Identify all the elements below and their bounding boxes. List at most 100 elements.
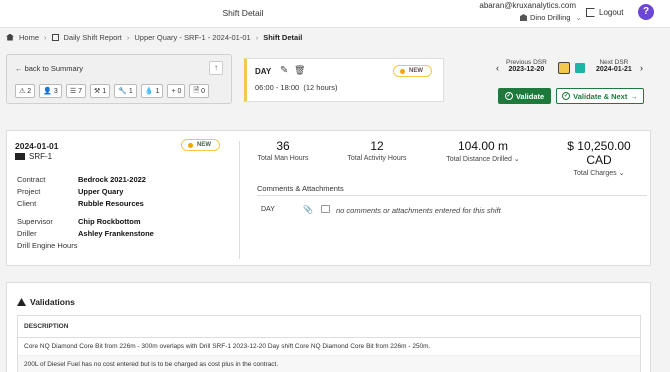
- previous-dsr-label: Previous DSR: [506, 59, 547, 66]
- chip-count: 1: [155, 87, 160, 95]
- breadcrumb-dsr[interactable]: Upper Quary - SRF-1 - 2024-01-01: [134, 33, 250, 42]
- comments-shift-label: DAY: [261, 206, 275, 213]
- shift-detail-panel: 2024-01-01 SRF-1 NEW Contract Bedrock 20…: [6, 130, 651, 266]
- check-circle-icon: ✓: [504, 92, 513, 100]
- supervisor-label: Supervisor: [17, 217, 53, 226]
- shift-duration: (12 hours): [303, 83, 338, 92]
- previous-dsr-date: 2023-12-20: [508, 66, 545, 73]
- chevron-down-icon: ⌄: [575, 13, 582, 22]
- stat-label: Total Distance Drilled ⌄: [439, 155, 527, 163]
- project-label: Project: [17, 187, 41, 196]
- chip-documents[interactable]: 🗎 0: [189, 84, 209, 98]
- validate-next-button[interactable]: ✓ Validate & Next →: [556, 88, 644, 104]
- stat-label-text: Total Charges: [573, 170, 617, 177]
- status-badge: NEW: [393, 65, 432, 77]
- top-bar: Shift Detail abaran@kruxanalytics.com Di…: [0, 0, 670, 28]
- contract-label: Contract: [17, 175, 46, 184]
- dsr-navigation: ‹ Previous DSR 2023-12-20 Next DSR 2024-…: [494, 58, 648, 80]
- breadcrumb-separator: ›: [44, 32, 47, 42]
- chevron-down-icon: ⌄: [513, 156, 520, 163]
- client-label: Client: [17, 199, 37, 208]
- stat-total-charges[interactable]: $ 10,250.00 CAD Total Charges ⌄: [553, 139, 645, 177]
- stat-activity-hours: 12 Total Activity Hours: [341, 139, 413, 162]
- edit-icon[interactable]: ✎: [280, 65, 288, 76]
- validate-button[interactable]: ✓ Validate: [498, 88, 551, 104]
- logout-button[interactable]: Logout: [586, 8, 623, 17]
- breadcrumb-separator: ›: [255, 32, 259, 42]
- stat-distance-drilled[interactable]: 104.00 m Total Distance Drilled ⌄: [439, 139, 527, 163]
- status-text: NEW: [409, 68, 423, 74]
- project-value: Upper Quary: [78, 187, 124, 196]
- validate-next-label: Validate & Next: [573, 91, 628, 101]
- stat-label: Total Man Hours: [257, 155, 309, 162]
- breadcrumb-daily-shift-report[interactable]: Daily Shift Report: [64, 33, 122, 42]
- stat-value: 104.00 m: [457, 139, 509, 153]
- validate-label: Validate: [515, 91, 545, 101]
- chip-warnings[interactable]: ⚠ 2: [15, 84, 36, 98]
- warning-icon: [17, 298, 26, 306]
- user-email: abaran@kruxanalytics.com: [479, 1, 576, 10]
- previous-dsr-arrow-icon[interactable]: ‹: [496, 63, 499, 73]
- back-to-summary-link[interactable]: ← back to Summary: [15, 64, 83, 73]
- validations-title: Validations: [30, 297, 75, 307]
- status-badge: NEW: [181, 139, 220, 151]
- person-icon: 👤: [43, 88, 52, 95]
- stat-value: 12: [370, 139, 384, 153]
- chip-count: 0: [201, 87, 205, 95]
- logout-label: Logout: [599, 8, 624, 17]
- status-dot-icon: [400, 68, 405, 74]
- next-dsr-arrow-icon[interactable]: ›: [640, 63, 643, 73]
- chip-count: 3: [53, 87, 58, 95]
- comments-title: Comments & Attachments: [257, 184, 344, 193]
- breadcrumb: Home › Daily Shift Report › Upper Quary …: [6, 31, 302, 43]
- attachment-icon[interactable]: 📎: [303, 205, 313, 214]
- validations-panel: Validations DESCRIPTION Core NQ Diamond …: [6, 282, 651, 372]
- comments-empty-message: no comments or attachments entered for t…: [336, 206, 501, 215]
- building-icon: [520, 14, 527, 21]
- status-text: NEW: [197, 142, 211, 148]
- previous-dsr-link[interactable]: Previous DSR 2023-12-20: [506, 59, 547, 73]
- stat-label: Total Activity Hours: [347, 155, 407, 162]
- trash-icon[interactable]: 🗑: [294, 65, 305, 76]
- next-dsr-link[interactable]: Next DSR 2024-01-21: [596, 59, 632, 73]
- shift-time: 06:00 - 18:00 (12 hours): [255, 83, 338, 92]
- breadcrumb-separator: ›: [126, 32, 130, 42]
- summary-chips: ⚠ 2 👤 3 ☰ 7 ⚒ 1 🔧 1 💧 1 +0 🗎 0: [15, 84, 209, 98]
- calendar-icon: [51, 33, 59, 41]
- validations-heading: Validations: [17, 297, 75, 307]
- stat-value: $ 10,250.00 CAD: [567, 139, 631, 167]
- chevron-down-icon: ⌄: [618, 170, 625, 177]
- scroll-up-button[interactable]: ↑: [209, 61, 223, 75]
- supervisor-value: Chip Rockbottom: [78, 217, 141, 226]
- shift-card[interactable]: DAY ✎ 🗑 NEW 06:00 - 18:00 (12 hours): [244, 58, 444, 102]
- page-title: Shift Detail: [222, 8, 264, 18]
- logout-icon: [586, 8, 595, 17]
- shift-date: 2024-01-01: [15, 141, 59, 151]
- breadcrumb-home[interactable]: Home: [19, 33, 39, 42]
- help-button[interactable]: ?: [638, 4, 654, 20]
- document-icon: 🗎: [193, 86, 200, 94]
- comments-divider: [257, 195, 647, 196]
- comment-icon[interactable]: [321, 205, 330, 213]
- chip-count: 2: [27, 87, 32, 95]
- arrow-right-icon: →: [630, 91, 638, 101]
- stat-label: Total Charges ⌄: [553, 169, 645, 177]
- contract-value: Bedrock 2021-2022: [78, 175, 146, 184]
- driller-value: Ashley Frankenstone: [78, 229, 154, 238]
- chip-tools[interactable]: ⚒ 1: [90, 84, 111, 98]
- other-shift-color-swatch[interactable]: [575, 63, 585, 73]
- client-value: Rubble Resources: [78, 199, 144, 208]
- company-selector[interactable]: Dino Drilling ⌄: [520, 13, 582, 22]
- chip-equipment[interactable]: 🔧 1: [114, 84, 137, 98]
- chip-other[interactable]: +0: [167, 84, 186, 98]
- back-to-summary-label: back to Summary: [24, 64, 83, 73]
- table-header: DESCRIPTION: [18, 316, 640, 338]
- validations-table: DESCRIPTION Core NQ Diamond Core Bit fro…: [17, 315, 641, 372]
- current-shift-color-swatch[interactable]: [558, 62, 570, 74]
- chip-personnel[interactable]: 👤 3: [39, 84, 62, 98]
- plus-icon: +: [171, 87, 176, 95]
- chip-fuel[interactable]: 💧 1: [140, 84, 164, 98]
- chip-activities[interactable]: ☰ 7: [65, 84, 86, 98]
- tool-icon: ⚒: [94, 88, 101, 95]
- summary-nav-panel: ← back to Summary ↑ ⚠ 2 👤 3 ☰ 7 ⚒ 1 🔧 1 💧 1 +0…: [6, 54, 232, 104]
